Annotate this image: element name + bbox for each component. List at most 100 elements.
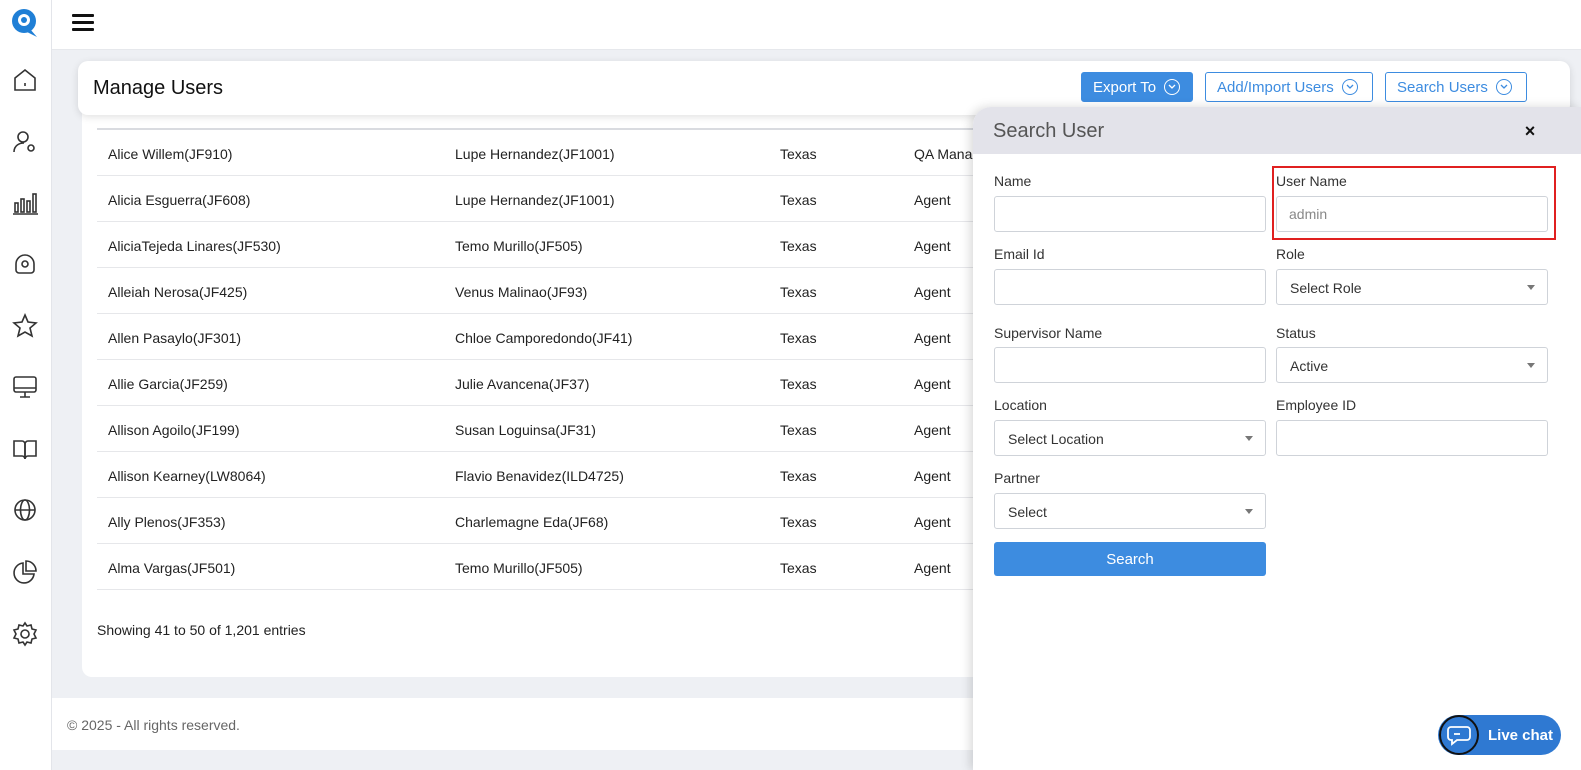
cell-user: Alma Vargas(JF501): [108, 560, 236, 576]
cell-location: Texas: [780, 238, 817, 254]
add-import-users-button[interactable]: Add/Import Users: [1205, 72, 1373, 102]
pie-chart-icon[interactable]: [11, 558, 39, 586]
app-logo-icon[interactable]: [10, 7, 40, 39]
table-row[interactable]: Allison Kearney(LW8064) Flavio Benavidez…: [97, 452, 1077, 498]
cell-role: QA Manag: [914, 146, 981, 162]
dropdown-caret-icon: [1245, 436, 1253, 441]
supervisor-input[interactable]: [994, 347, 1266, 383]
hamburger-menu-icon[interactable]: [72, 14, 94, 34]
search-user-panel: Search User × Name User Name Email Id Ro…: [973, 107, 1581, 770]
name-label: Name: [994, 173, 1032, 189]
cell-supervisor: Lupe Hernandez(JF1001): [455, 146, 615, 162]
cell-user: Allie Garcia(JF259): [108, 376, 228, 392]
cell-supervisor: Charlemagne Eda(JF68): [455, 514, 609, 530]
table-row[interactable]: Allie Garcia(JF259) Julie Avancena(JF37)…: [97, 360, 1077, 406]
email-input[interactable]: [994, 269, 1266, 305]
globe-icon[interactable]: [11, 496, 39, 524]
pagination-info: Showing 41 to 50 of 1,201 entries: [97, 622, 306, 638]
partner-select-value: Select: [1008, 504, 1047, 520]
location-select[interactable]: Select Location: [994, 420, 1266, 456]
status-label: Status: [1276, 325, 1316, 341]
cell-location: Texas: [780, 468, 817, 484]
cell-role: Agent: [914, 514, 951, 530]
bar-chart-icon[interactable]: [11, 189, 39, 217]
status-select-value: Active: [1290, 358, 1329, 374]
cell-user: Alice Willem(JF910): [108, 146, 233, 162]
table-row[interactable]: Alma Vargas(JF501) Temo Murillo(JF505) T…: [97, 544, 1077, 590]
location-label: Location: [994, 397, 1047, 413]
cell-location: Texas: [780, 192, 817, 208]
user-settings-icon[interactable]: [11, 128, 39, 156]
cell-role: Agent: [914, 192, 951, 208]
cell-user: Allen Pasaylo(JF301): [108, 330, 242, 346]
close-icon[interactable]: ×: [1521, 122, 1539, 140]
export-to-button[interactable]: Export To: [1081, 72, 1193, 102]
top-bar: [52, 0, 1581, 50]
page-title: Manage Users: [93, 77, 224, 99]
cell-supervisor: Susan Loguinsa(JF31): [455, 422, 596, 438]
location-select-value: Select Location: [1008, 431, 1104, 447]
cell-supervisor: Venus Malinao(JF93): [455, 284, 588, 300]
search-users-button[interactable]: Search Users: [1385, 72, 1527, 102]
monitor-icon[interactable]: [11, 373, 39, 401]
support-icon[interactable]: [11, 250, 39, 278]
cell-role: Agent: [914, 560, 951, 576]
cell-location: Texas: [780, 422, 817, 438]
name-input[interactable]: [994, 196, 1266, 232]
partner-select[interactable]: Select: [994, 493, 1266, 529]
table-row[interactable]: AliciaTejeda Linares(JF530) Temo Murillo…: [97, 222, 1077, 268]
table-row[interactable]: Ally Plenos(JF353) Charlemagne Eda(JF68)…: [97, 498, 1077, 544]
home-icon[interactable]: [11, 66, 39, 94]
cell-supervisor: Lupe Hernandez(JF1001): [455, 192, 615, 208]
cell-location: Texas: [780, 146, 817, 162]
live-chat-label: Live chat: [1488, 727, 1554, 744]
dropdown-caret-icon: [1245, 509, 1253, 514]
username-input[interactable]: [1276, 196, 1548, 232]
chevron-down-icon: [1495, 79, 1512, 95]
panel-header: Search User ×: [973, 107, 1581, 154]
cell-role: Agent: [914, 284, 951, 300]
employee-id-label: Employee ID: [1276, 397, 1357, 413]
cell-role: Agent: [914, 330, 951, 346]
cell-supervisor: Chloe Camporedondo(JF41): [455, 330, 633, 346]
search-button[interactable]: Search: [994, 542, 1266, 576]
table-row[interactable]: Alicia Esguerra(JF608) Lupe Hernandez(JF…: [97, 176, 1077, 222]
table-row[interactable]: Allen Pasaylo(JF301) Chloe Camporedondo(…: [97, 314, 1077, 360]
role-select-value: Select Role: [1290, 280, 1362, 296]
email-label: Email Id: [994, 246, 1045, 262]
role-label: Role: [1276, 246, 1305, 262]
cell-user: Allison Agoilo(JF199): [108, 422, 240, 438]
cell-supervisor: Temo Murillo(JF505): [455, 238, 583, 254]
users-table-card: Alice Willem(JF910) Lupe Hernandez(JF100…: [82, 90, 1082, 677]
cell-user: Alleiah Nerosa(JF425): [108, 284, 248, 300]
cell-location: Texas: [780, 560, 817, 576]
cell-user: AliciaTejeda Linares(JF530): [108, 238, 281, 254]
cell-user: Ally Plenos(JF353): [108, 514, 226, 530]
live-chat-button[interactable]: Live chat: [1438, 715, 1561, 755]
cell-location: Texas: [780, 284, 817, 300]
supervisor-label: Supervisor Name: [994, 325, 1103, 341]
panel-title: Search User: [993, 120, 1105, 142]
table-row[interactable]: Alleiah Nerosa(JF425) Venus Malinao(JF93…: [97, 268, 1077, 314]
add-import-users-label: Add/Import Users: [1217, 78, 1334, 96]
employee-id-input[interactable]: [1276, 420, 1548, 456]
chat-bubble-icon: [1439, 715, 1479, 755]
gear-icon[interactable]: [11, 620, 39, 648]
cell-role: Agent: [914, 238, 951, 254]
status-select[interactable]: Active: [1276, 347, 1548, 383]
copyright-text: © 2025 - All rights reserved.: [67, 717, 240, 733]
dropdown-caret-icon: [1527, 363, 1535, 368]
book-icon[interactable]: [11, 435, 39, 463]
sidebar: [0, 0, 52, 770]
cell-supervisor: Julie Avancena(JF37): [455, 376, 590, 392]
cell-role: Agent: [914, 376, 951, 392]
cell-role: Agent: [914, 422, 951, 438]
cell-user: Alicia Esguerra(JF608): [108, 192, 251, 208]
table-row[interactable]: Alice Willem(JF910) Lupe Hernandez(JF100…: [97, 130, 1077, 176]
star-icon[interactable]: [11, 312, 39, 340]
role-select[interactable]: Select Role: [1276, 269, 1548, 305]
chevron-down-icon: [1341, 79, 1358, 95]
table-row[interactable]: Allison Agoilo(JF199) Susan Loguinsa(JF3…: [97, 406, 1077, 452]
cell-location: Texas: [780, 376, 817, 392]
cell-supervisor: Flavio Benavidez(ILD4725): [455, 468, 624, 484]
